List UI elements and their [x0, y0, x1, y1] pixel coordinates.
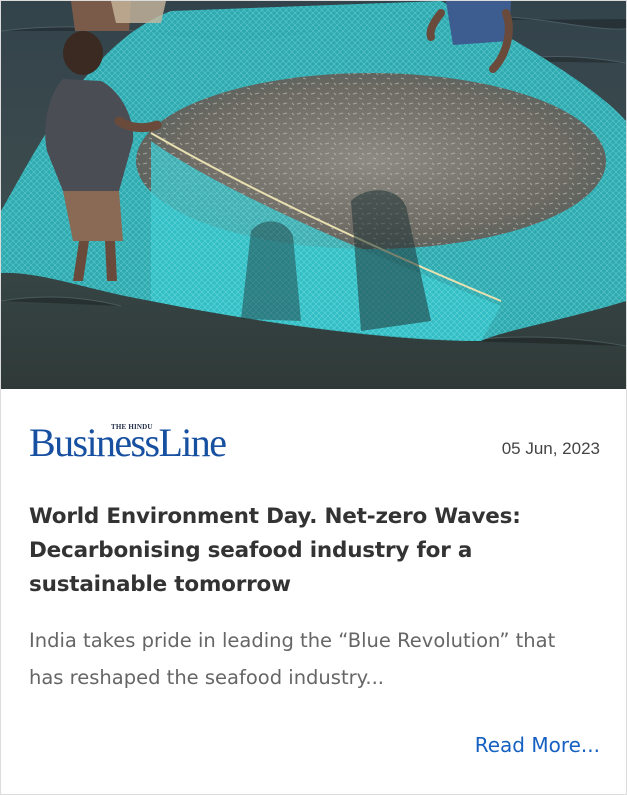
- source-logo[interactable]: THE HINDU BusinessLine: [29, 419, 279, 467]
- article-image[interactable]: [1, 1, 626, 389]
- article-meta: THE HINDU BusinessLine 05 Jun, 2023: [29, 419, 600, 475]
- article-title[interactable]: World Environment Day. Net-zero Waves: D…: [29, 500, 586, 602]
- publish-date: 05 Jun, 2023: [501, 439, 600, 458]
- news-card: THE HINDU BusinessLine 05 Jun, 2023 Worl…: [0, 0, 627, 795]
- read-more-link[interactable]: Read More...: [475, 733, 600, 757]
- source-logo-wordmark: BusinessLine: [29, 420, 227, 465]
- article-excerpt: India takes pride in leading the “Blue R…: [29, 629, 556, 689]
